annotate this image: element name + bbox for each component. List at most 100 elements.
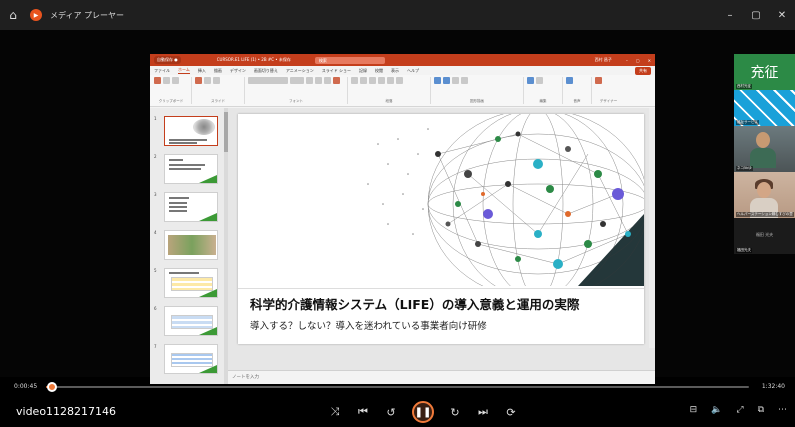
ribbon-group-drawing: 図形描画 xyxy=(434,77,524,104)
ribbon-group-label: クリップボード xyxy=(158,99,184,103)
thumbnail-image xyxy=(164,192,218,222)
seek-bar-thumb[interactable] xyxy=(46,382,57,392)
more-options-icon[interactable]: ⋯ xyxy=(778,405,787,415)
ppt-tab: 校閲 xyxy=(375,67,384,73)
copy-icon xyxy=(172,77,179,84)
numbering-icon xyxy=(360,77,367,84)
media-player-app-icon: ▶ xyxy=(30,9,42,21)
ribbon-group-voice: 音声 xyxy=(566,77,592,104)
new-slide-icon xyxy=(195,77,202,84)
participant-video: ヘルパーステーション縁むすびの里 xyxy=(734,172,795,218)
play-pause-button[interactable]: ❚❚ xyxy=(412,401,434,423)
slide-divider xyxy=(238,288,644,289)
thumbnail-text-line xyxy=(169,142,197,144)
window-controls: – ▢ ✕ xyxy=(717,0,795,30)
participant-tile-pattern: 福祉サービス xyxy=(734,90,795,126)
participant-name-card: 充征 西村光征 xyxy=(734,54,795,90)
right-controls: ⊟ 🔈 ⤢ ⧉ ⋯ xyxy=(690,405,787,415)
ppt-close-icon: ✕ xyxy=(647,57,651,63)
thumbnail-image xyxy=(164,116,218,146)
shuffle-icon[interactable]: ⤨ xyxy=(328,405,342,419)
ribbon-group-label: 段落 xyxy=(385,99,393,103)
player-titlebar: ⌂ ▶ メディア プレーヤー – ▢ ✕ xyxy=(0,0,795,30)
forward-icon[interactable]: ↻ xyxy=(448,406,462,419)
thumbnail-globe xyxy=(193,119,215,135)
fullscreen-icon[interactable]: ⤢ xyxy=(736,405,743,415)
thumbnail-table xyxy=(171,277,213,291)
participant-video: ネコ5kゆ xyxy=(734,126,795,172)
ribbon-group-editing: 編集 xyxy=(527,77,563,104)
thumbnail-text-line xyxy=(169,197,189,199)
slide-number: 6 xyxy=(154,306,157,311)
slide-thumbnail-pane: 1 2 3 4 5 6 7 xyxy=(150,108,228,384)
slide-thumbnail: 5 xyxy=(150,268,228,300)
ribbon-group-label: スライド xyxy=(211,99,225,103)
ribbon-group-label: デザイナー xyxy=(599,99,618,103)
ribbon-group-clipboard: クリップボード xyxy=(154,77,192,104)
shapes-icon xyxy=(434,77,441,84)
maximize-button[interactable]: ▢ xyxy=(743,0,769,30)
miniplayer-icon[interactable]: ⧉ xyxy=(758,405,764,415)
ppt-tab: スライド ショー xyxy=(321,67,352,73)
font-size-box xyxy=(290,77,304,84)
ppt-tab: ヘルプ xyxy=(407,67,420,73)
rewind-icon[interactable]: ↺ xyxy=(384,406,398,419)
participant-face xyxy=(756,132,770,148)
participant-name-card-text: 充征 xyxy=(750,65,779,81)
ppt-tab: 記録 xyxy=(359,67,368,73)
ppt-tab: 表示 xyxy=(391,67,400,73)
scatter-dots xyxy=(367,128,429,235)
slide-subtitle: 導入する？しない？導入を迷われている事業者向け研修 xyxy=(250,321,487,332)
quick-styles-icon xyxy=(452,77,459,84)
italic-icon xyxy=(315,77,322,84)
slide-number: 5 xyxy=(154,268,157,273)
thumbnail-text-line xyxy=(169,139,207,141)
designer-icon xyxy=(595,77,602,84)
ppt-autosave: 自動保存 ● xyxy=(154,56,181,64)
arrange-icon xyxy=(443,77,450,84)
justify-icon xyxy=(396,77,403,84)
thumbnail-accent xyxy=(199,175,217,183)
ppt-minimize-icon: – xyxy=(625,57,628,63)
slide-number: 4 xyxy=(154,230,157,235)
network-globe-graphic xyxy=(367,114,644,286)
ppt-menu-tabs: ファイル ホーム 挿入 描画 デザイン 画面切り替え アニメーション スライド … xyxy=(150,66,655,75)
seek-bar[interactable] xyxy=(46,382,749,392)
thumbnail-image xyxy=(164,268,218,298)
video-title: video1128217146 xyxy=(16,405,117,418)
close-button[interactable]: ✕ xyxy=(769,0,795,30)
reset-icon xyxy=(213,77,220,84)
cut-icon xyxy=(163,77,170,84)
bold-icon xyxy=(306,77,313,84)
paste-icon xyxy=(154,77,161,84)
volume-icon[interactable]: 🔈 xyxy=(711,405,722,415)
ribbon-group-label: 音声 xyxy=(573,99,581,103)
ppt-tab: 挿入 xyxy=(197,67,206,73)
slide-thumbnail: 6 xyxy=(150,306,228,338)
ppt-body: 1 2 3 4 5 6 7 科学的介護情報システム（LIFE）の導入意義と運用の… xyxy=(150,108,655,384)
thumbnail-table xyxy=(171,315,213,329)
home-icon[interactable]: ⌂ xyxy=(0,8,26,22)
ppt-tab: 描画 xyxy=(213,67,222,73)
ppt-maximize-icon: ▢ xyxy=(635,57,640,63)
slide-number: 3 xyxy=(154,192,157,197)
slide-thumbnail: 3 xyxy=(150,192,228,224)
next-icon[interactable]: ⏭ xyxy=(476,405,490,419)
minimize-button[interactable]: – xyxy=(717,0,743,30)
bullets-icon xyxy=(351,77,358,84)
repeat-icon[interactable]: ⟳ xyxy=(504,406,518,419)
ppt-share-button: 共有 xyxy=(635,66,651,75)
slide-thumbnail: 7 xyxy=(150,344,228,376)
align-center-icon xyxy=(378,77,385,84)
subtitle-icon[interactable]: ⊟ xyxy=(690,405,698,415)
thumbnail-text-line xyxy=(169,206,187,208)
ribbon-group-designer: デザイナー xyxy=(595,77,625,104)
previous-icon[interactable]: ⏮ xyxy=(356,405,370,419)
thumbnail-image xyxy=(164,154,218,184)
participant-face xyxy=(757,182,771,198)
replace-icon xyxy=(536,77,543,84)
slide-thumbnail: 4 xyxy=(150,230,228,262)
ppt-tab: 画面切り替え xyxy=(253,67,278,73)
thumbnail-table xyxy=(171,353,213,367)
ppt-doc-title: CURSOR.E1 LIFE (1) • 2B #C • 未保存 xyxy=(216,57,291,62)
